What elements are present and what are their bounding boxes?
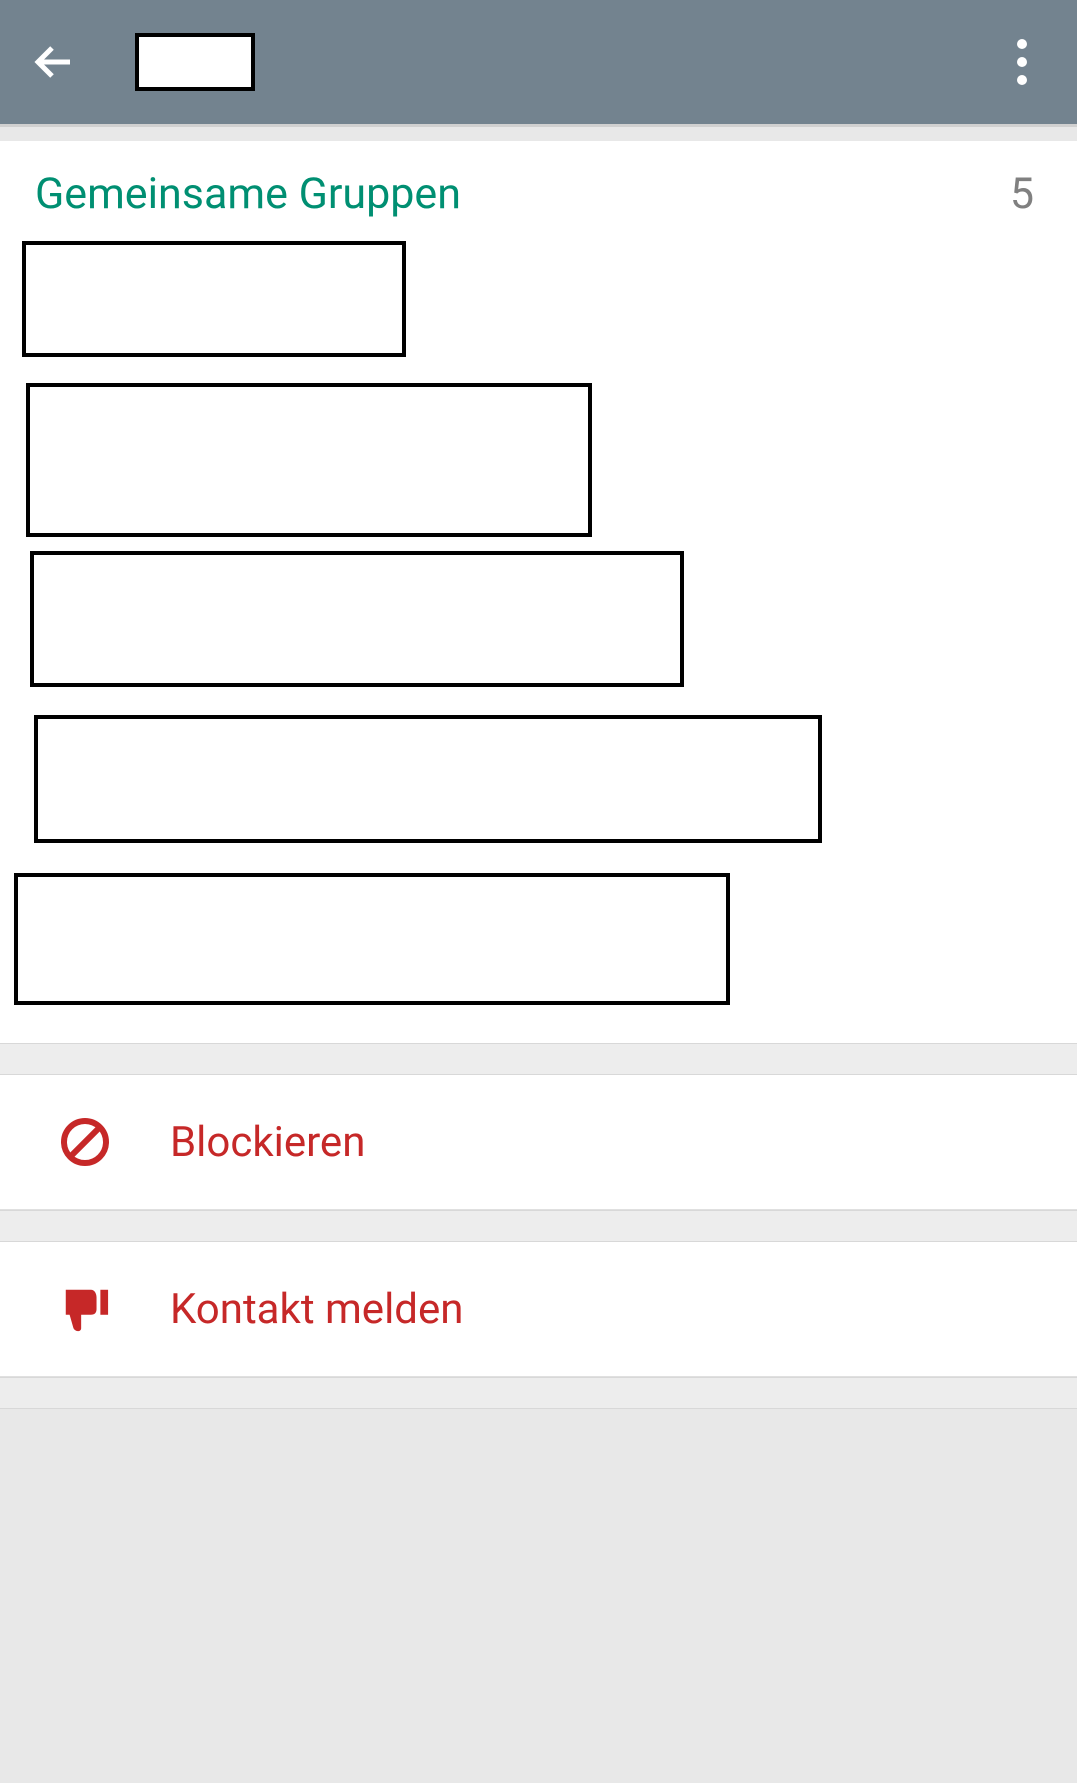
more-options-button[interactable] [1007,29,1037,95]
dots-icon [1017,39,1027,49]
report-label: Kontakt melden [170,1285,463,1334]
separator [0,1210,1077,1242]
contact-title-redacted [135,33,255,91]
group-item-redacted[interactable] [26,383,592,537]
groups-count: 5 [1010,169,1042,219]
dots-icon [1017,57,1027,67]
block-label: Blockieren [170,1118,365,1167]
common-groups-section: Gemeinsame Gruppen 5 [0,141,1077,1043]
back-button[interactable] [30,37,80,87]
block-icon [60,1117,110,1167]
groups-title: Gemeinsame Gruppen [35,169,461,219]
groups-header: Gemeinsame Gruppen 5 [0,141,1077,241]
group-item-redacted[interactable] [30,551,684,687]
group-item-redacted[interactable] [14,873,730,1005]
separator [0,1043,1077,1075]
back-arrow-icon [32,39,78,85]
group-item-redacted[interactable] [34,715,822,843]
report-contact-button[interactable]: Kontakt melden [0,1242,1077,1377]
thumbs-down-icon [60,1284,110,1334]
header-bar [0,0,1077,127]
block-button[interactable]: Blockieren [0,1075,1077,1210]
separator [0,1377,1077,1409]
group-item-redacted[interactable] [22,241,406,357]
groups-list [0,241,1077,1043]
dots-icon [1017,75,1027,85]
